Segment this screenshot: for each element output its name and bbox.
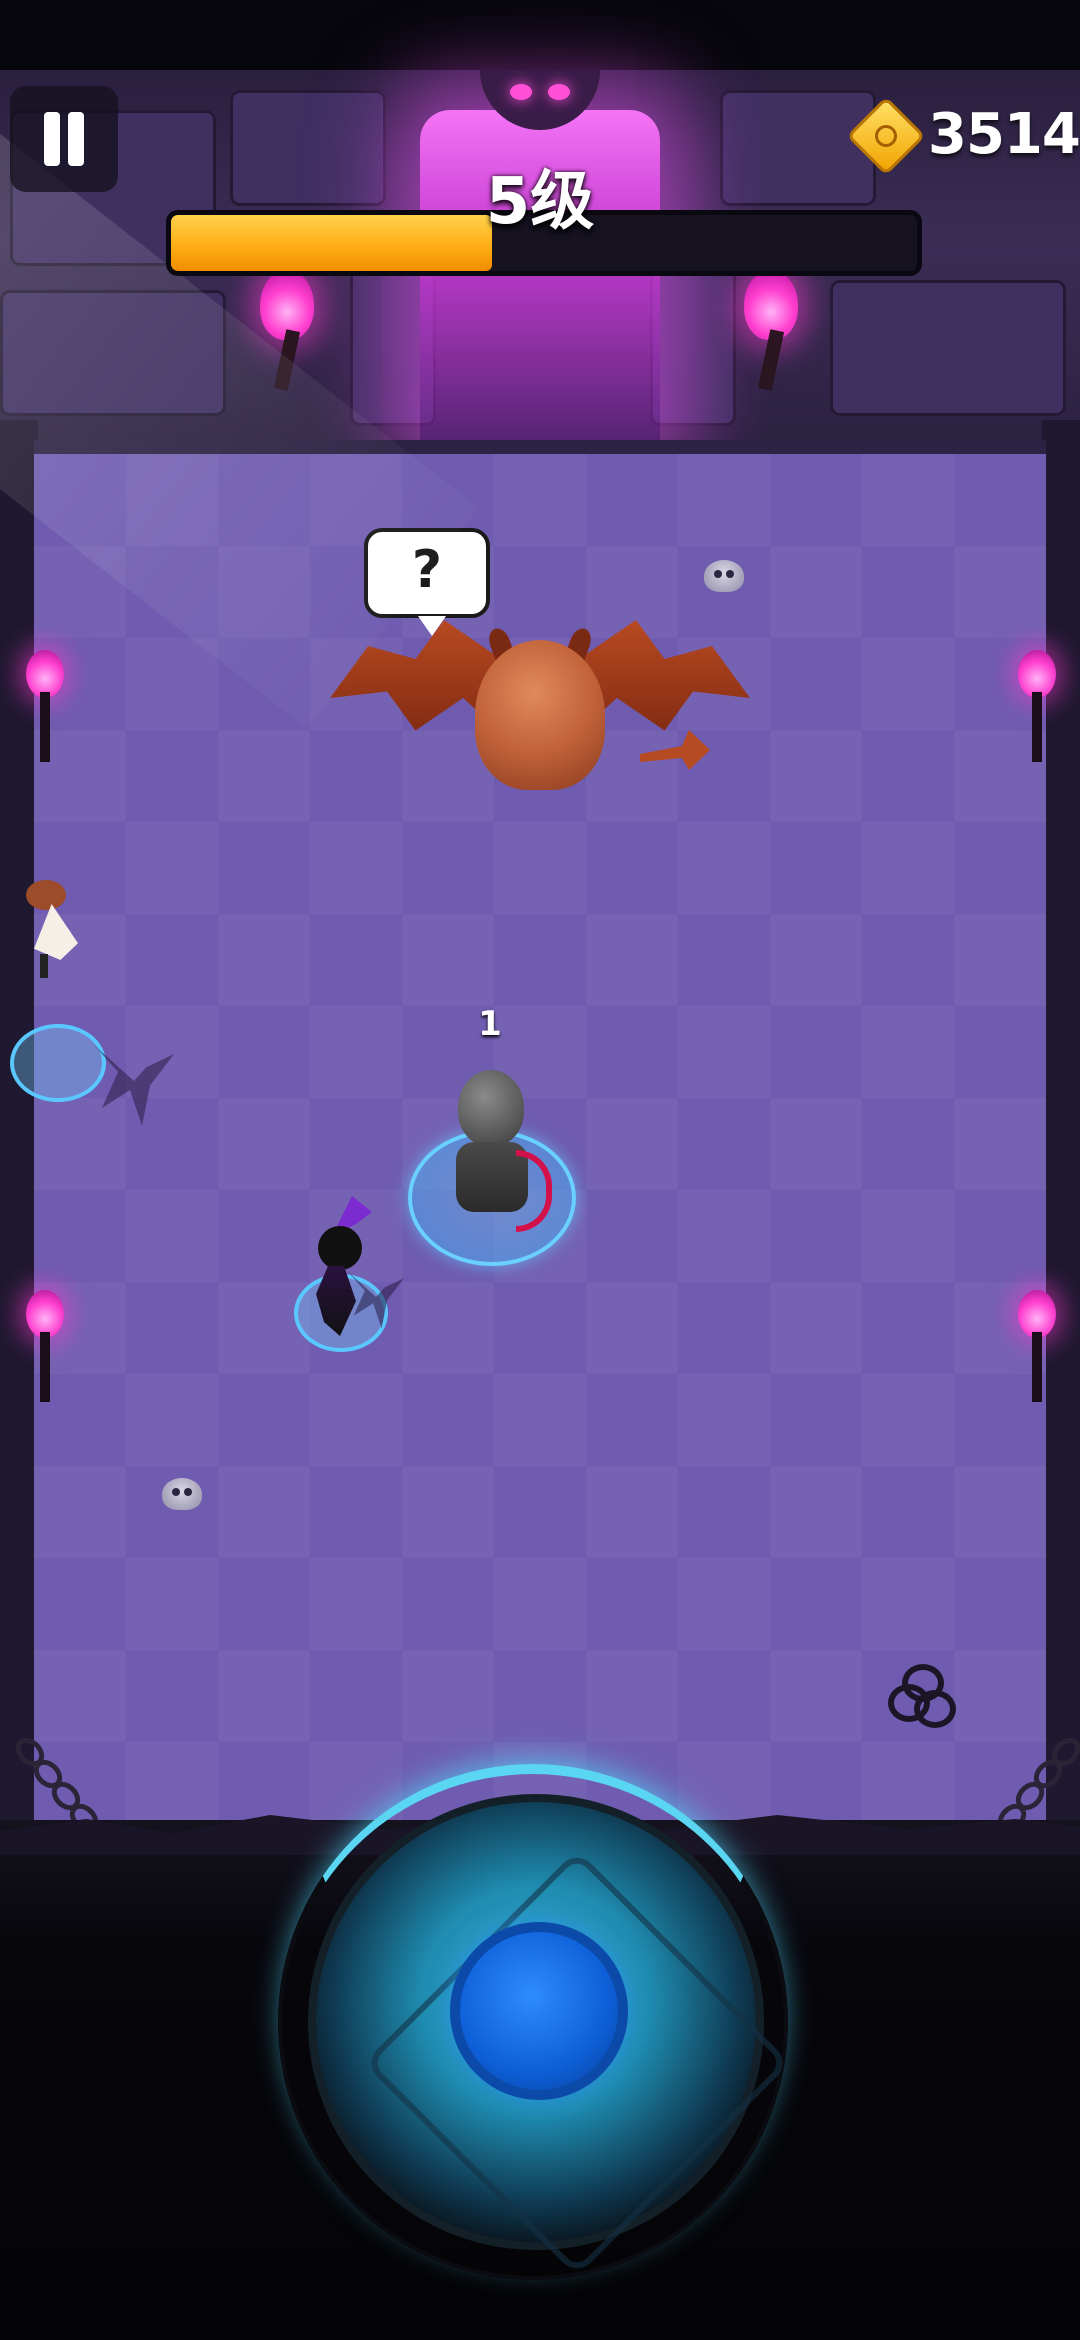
wall-brick	[830, 280, 1066, 416]
dragon-body	[316, 1266, 356, 1336]
angel-hair	[26, 880, 66, 910]
side-torch-left-upper	[20, 650, 70, 762]
left-wall	[0, 420, 38, 1840]
side-torch-left-lower	[20, 1290, 70, 1402]
boss-tail	[640, 730, 710, 770]
speech-bubble-text: ?	[411, 540, 443, 600]
torch-stick	[1032, 692, 1042, 762]
joystick-knob[interactable]	[450, 1922, 628, 2100]
pause-icon	[44, 112, 60, 166]
boss-body	[475, 640, 605, 790]
torch-flame-icon	[1018, 650, 1056, 698]
dragon-pet	[306, 1196, 372, 1336]
coin-value: 3514	[928, 102, 1080, 167]
wall-brick	[0, 290, 226, 416]
angel-body	[34, 904, 78, 960]
coin-icon	[846, 96, 926, 176]
pause-button[interactable]	[10, 86, 118, 192]
dragon-head	[318, 1226, 362, 1270]
joystick[interactable]	[278, 1764, 791, 2280]
hero-archer	[442, 1060, 552, 1232]
hero-helmet	[458, 1070, 524, 1146]
torch-top-left	[252, 270, 322, 391]
boss-demon	[330, 600, 750, 830]
right-wall	[1042, 420, 1080, 1840]
angel-companion	[18, 870, 88, 980]
torch-top-right	[736, 270, 806, 391]
torch-stick	[1032, 1332, 1042, 1402]
pause-icon	[68, 112, 84, 166]
side-torch-right-lower	[1012, 1290, 1062, 1402]
torch-flame-icon	[1018, 1290, 1056, 1338]
skull-decoration-icon	[704, 560, 744, 592]
chain-icon	[990, 1732, 1080, 1838]
torch-stick	[40, 692, 50, 762]
torch-flame-icon	[26, 650, 64, 698]
companion-ring	[10, 1024, 106, 1102]
level-progress-fill	[171, 215, 492, 271]
coin-counter: 3514	[846, 96, 1080, 176]
game-screen: ? 1 3514 5级	[0, 0, 1080, 2340]
level-label: 5级	[485, 165, 595, 239]
wall-brick	[230, 90, 386, 206]
torch-stick	[40, 1332, 50, 1402]
angel-legs	[40, 954, 48, 978]
shackles-icon	[884, 1664, 958, 1728]
torch-flame-icon	[26, 1290, 64, 1338]
skull-decoration-icon	[162, 1478, 202, 1510]
hero-count-label: 1	[478, 1004, 502, 1044]
side-torch-right-upper	[1012, 650, 1062, 762]
chain-icon	[10, 1732, 104, 1838]
wall-brick	[650, 260, 736, 426]
boss-speech-bubble: ?	[364, 528, 490, 636]
